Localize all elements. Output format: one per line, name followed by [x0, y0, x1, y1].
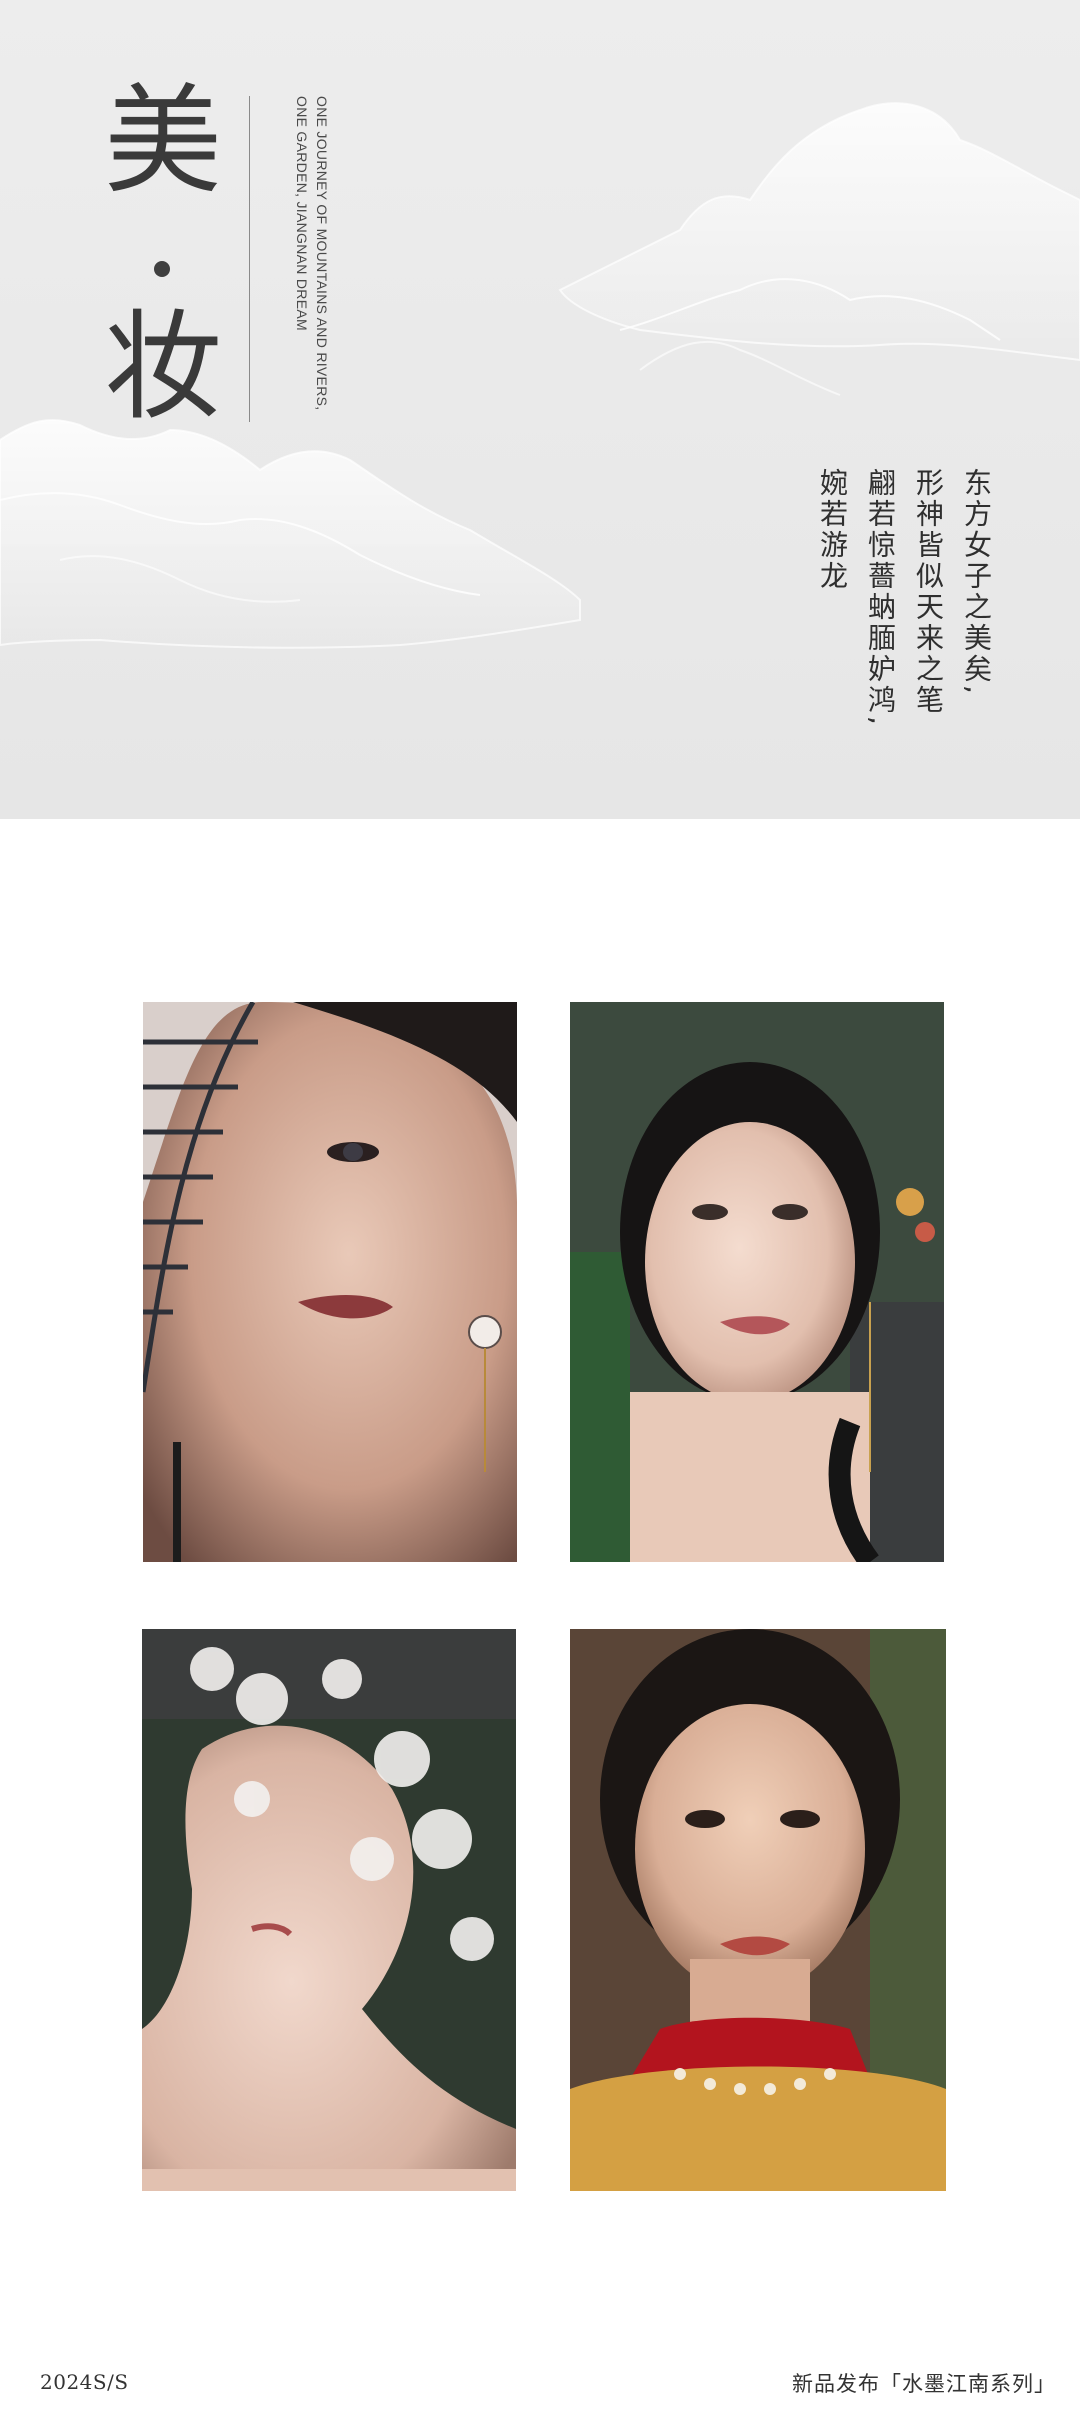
poem-line: 婉若游龙	[816, 468, 849, 592]
vertical-poem: 东方女子之美矣, 形神皆似天来之笔 翩若惊薔蚋腼妒鸿, 婉若游龙	[800, 468, 1000, 768]
portrait-photo-hairpin[interactable]	[570, 1002, 944, 1562]
poem-line: 形神皆似天来之笔	[912, 468, 945, 716]
title-character-makeup: 妆	[103, 298, 222, 436]
hero-banner: 美 妆 ONE JOURNEY OF MOUNTAINS AND RIVERS,…	[0, 0, 1080, 819]
portrait-image	[570, 1629, 946, 2191]
poem-line: 东方女子之美矣,	[960, 468, 993, 697]
poem-line: 翩若惊薔蚋腼妒鸿,	[864, 468, 897, 728]
title-character-beauty: 美	[103, 72, 222, 210]
portrait-image	[142, 1629, 516, 2191]
portrait-photo-fan[interactable]	[143, 1002, 517, 1562]
season-label: 2024S/S	[40, 2370, 129, 2394]
english-tagline: ONE JOURNEY OF MOUNTAINS AND RIVERS, ONE…	[292, 96, 332, 426]
title-divider-line	[249, 96, 250, 422]
portrait-photo-lace-veil[interactable]	[142, 1629, 516, 2191]
series-label: 新品发布「水墨江南系列」	[792, 2372, 1056, 2396]
portrait-image	[143, 1002, 517, 1562]
portrait-photo-red-qipao[interactable]	[570, 1629, 946, 2191]
tagline-line: ONE GARDEN, JIANGNAN DREAM	[294, 96, 310, 331]
portrait-image	[570, 1002, 944, 1562]
title-separator-dot	[154, 261, 170, 277]
tagline-line: ONE JOURNEY OF MOUNTAINS AND RIVERS,	[314, 96, 330, 411]
poster-page: 美 妆 ONE JOURNEY OF MOUNTAINS AND RIVERS,…	[0, 0, 1080, 2415]
